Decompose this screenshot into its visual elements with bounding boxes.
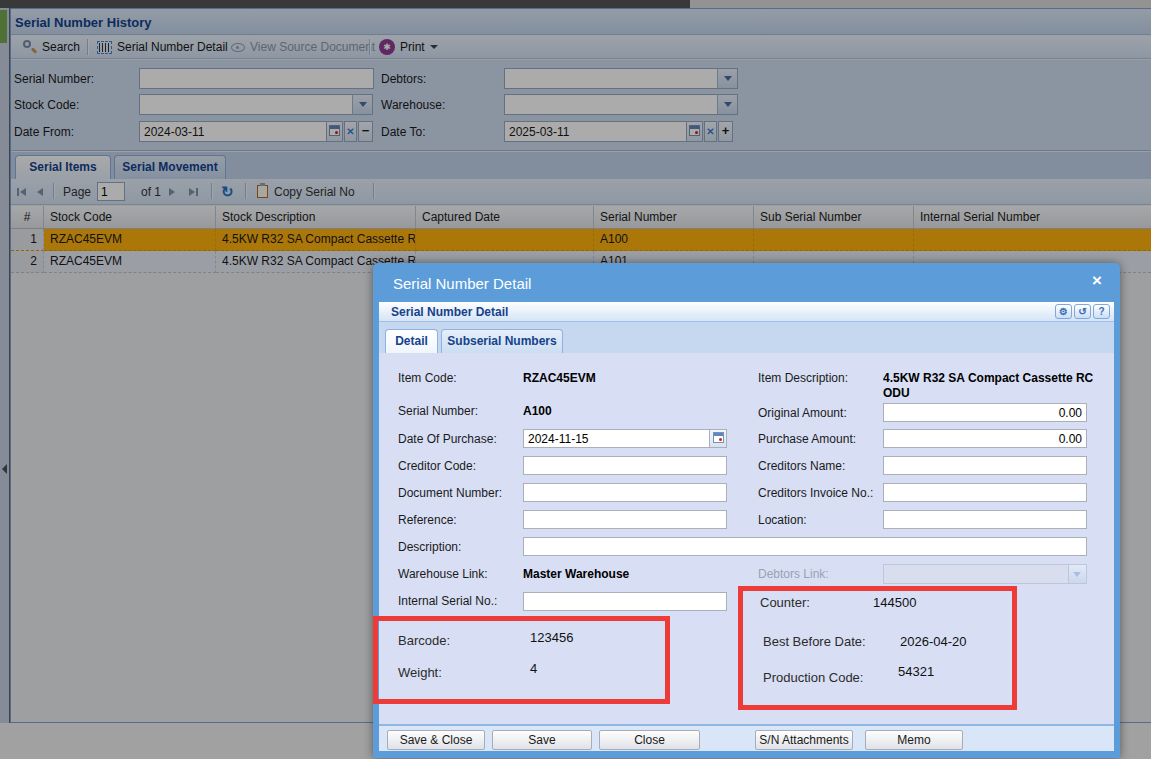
purchase-amount-input[interactable]: [883, 429, 1087, 448]
sn-attachments-button[interactable]: S/N Attachments: [755, 730, 853, 750]
location-input[interactable]: [883, 510, 1087, 529]
item-description-label: Item Description:: [758, 371, 848, 385]
save-and-close-button[interactable]: Save & Close: [387, 730, 485, 750]
dialog-title: Serial Number Detail: [393, 275, 531, 292]
warehouse-link-value: Master Warehouse: [523, 567, 629, 581]
description-input[interactable]: [523, 537, 1087, 556]
warehouse-link-label: Warehouse Link:: [398, 567, 488, 581]
reference-input[interactable]: [523, 510, 727, 529]
document-number-label: Document Number:: [398, 486, 502, 500]
internal-serial-no-input[interactable]: [523, 592, 727, 611]
inner-panel-title: Serial Number Detail: [391, 305, 508, 319]
reference-label: Reference:: [398, 513, 457, 527]
date-of-purchase-calendar-button[interactable]: [710, 429, 727, 448]
annotation-box-counter-bestbefore-production: [738, 586, 1017, 710]
dialog-tab-strip: Detail Subserial Numbers: [379, 322, 1114, 353]
description-label: Description:: [398, 540, 461, 554]
creditors-name-label: Creditors Name:: [758, 459, 845, 473]
creditors-name-input[interactable]: [883, 456, 1087, 475]
gear-icon[interactable]: ⚙: [1055, 304, 1072, 319]
debtors-link-combo: [883, 564, 1087, 584]
memo-button[interactable]: Memo: [865, 730, 963, 750]
document-number-input[interactable]: [523, 483, 727, 502]
serial-number-label: Serial Number:: [398, 404, 478, 418]
creditors-invoice-no-label: Creditors Invoice No.:: [758, 486, 873, 500]
creditor-code-input[interactable]: [523, 456, 727, 475]
serial-number-value: A100: [523, 404, 552, 418]
close-button[interactable]: Close: [599, 730, 700, 750]
debtors-link-dropdown-button: [1068, 565, 1086, 583]
refresh-icon[interactable]: ↺: [1074, 304, 1091, 319]
internal-serial-no-label: Internal Serial No.:: [398, 594, 497, 608]
annotation-box-barcode-weight: [373, 616, 670, 704]
date-of-purchase-input[interactable]: [523, 429, 710, 448]
tab-detail[interactable]: Detail: [385, 329, 438, 353]
original-amount-input[interactable]: [883, 403, 1087, 422]
item-description-value: 4.5KW R32 SA Compact Cassette RC ODU: [883, 371, 1098, 401]
chevron-down-icon: [1073, 572, 1081, 577]
calendar-icon: [713, 432, 724, 443]
save-button[interactable]: Save: [492, 730, 592, 750]
tab-subserial-numbers[interactable]: Subserial Numbers: [441, 329, 563, 353]
creditor-code-label: Creditor Code:: [398, 459, 476, 473]
dialog-close-button[interactable]: ×: [1092, 272, 1102, 290]
debtors-link-label: Debtors Link:: [758, 567, 829, 581]
date-of-purchase-label: Date Of Purchase:: [398, 432, 497, 446]
item-code-value: RZAC45EVM: [523, 371, 596, 385]
help-icon[interactable]: ?: [1093, 304, 1110, 319]
dialog-button-bar: Save & Close Save Close S/N Attachments …: [379, 724, 1114, 751]
inner-panel-header: Serial Number Detail ⚙ ↺ ?: [379, 302, 1114, 322]
purchase-amount-label: Purchase Amount:: [758, 432, 856, 446]
original-amount-label: Original Amount:: [758, 406, 847, 420]
creditors-invoice-no-input[interactable]: [883, 483, 1087, 502]
location-label: Location:: [758, 513, 807, 527]
item-code-label: Item Code:: [398, 371, 457, 385]
